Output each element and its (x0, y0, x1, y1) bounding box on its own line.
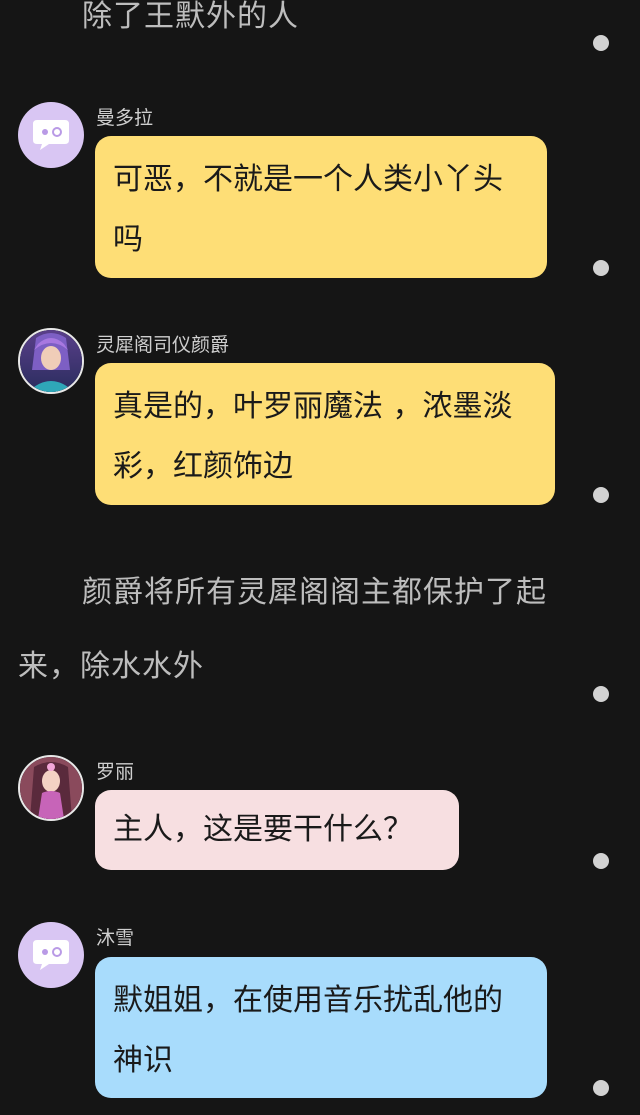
narration-line: 除了王默外的人 (82, 0, 299, 34)
sender-name: 灵犀阁司仪颜爵 (96, 334, 230, 356)
message-bubble[interactable]: 主人，这是要干什么？ (95, 790, 459, 870)
status-dot (593, 260, 609, 276)
message-line: 吗 (113, 222, 143, 257)
chat-feed: 除了王默外的人 曼多拉 可恶，不就是一个人类小丫头 吗 灵犀阁司仪颜爵 真是的，… (0, 0, 640, 1115)
status-dot (593, 853, 609, 869)
message-line: 主人，这是要干什么？ (113, 812, 413, 847)
status-dot (593, 1080, 609, 1096)
chat-bubble-icon (33, 940, 69, 970)
message-line: 真是的，叶罗丽魔法 ，浓墨淡 (113, 389, 513, 424)
message-line: 神识 (113, 1043, 173, 1078)
message-line: 默姐姐，在使用音乐扰乱他的 (113, 983, 503, 1018)
status-dot (593, 35, 609, 51)
status-dot (593, 487, 609, 503)
narration-text: 颜爵将所有灵犀阁阁主都保护了起 来，除水水外 (18, 556, 578, 704)
avatar[interactable] (18, 102, 84, 168)
message-bubble[interactable]: 真是的，叶罗丽魔法 ，浓墨淡 彩，红颜饰边 (95, 363, 555, 505)
message-line: 彩，红颜饰边 (113, 449, 293, 484)
chat-bubble-icon (33, 120, 69, 150)
character-portrait (20, 330, 82, 392)
avatar[interactable] (18, 755, 84, 821)
narration-line: 来，除水水外 (18, 649, 204, 684)
message-line: 可恶，不就是一个人类小丫头 (113, 162, 503, 197)
avatar[interactable] (18, 922, 84, 988)
narration-text: 除了王默外的人 (82, 0, 299, 54)
status-dot (593, 686, 609, 702)
sender-name: 沐雪 (96, 927, 135, 949)
narration-line: 颜爵将所有灵犀阁阁主都保护了起 (82, 575, 547, 610)
avatar[interactable] (18, 328, 84, 394)
message-bubble[interactable]: 默姐姐，在使用音乐扰乱他的 神识 (95, 957, 547, 1098)
sender-name: 罗丽 (96, 761, 135, 783)
sender-name: 曼多拉 (96, 107, 154, 129)
message-bubble[interactable]: 可恶，不就是一个人类小丫头 吗 (95, 136, 547, 278)
character-portrait (20, 757, 82, 819)
